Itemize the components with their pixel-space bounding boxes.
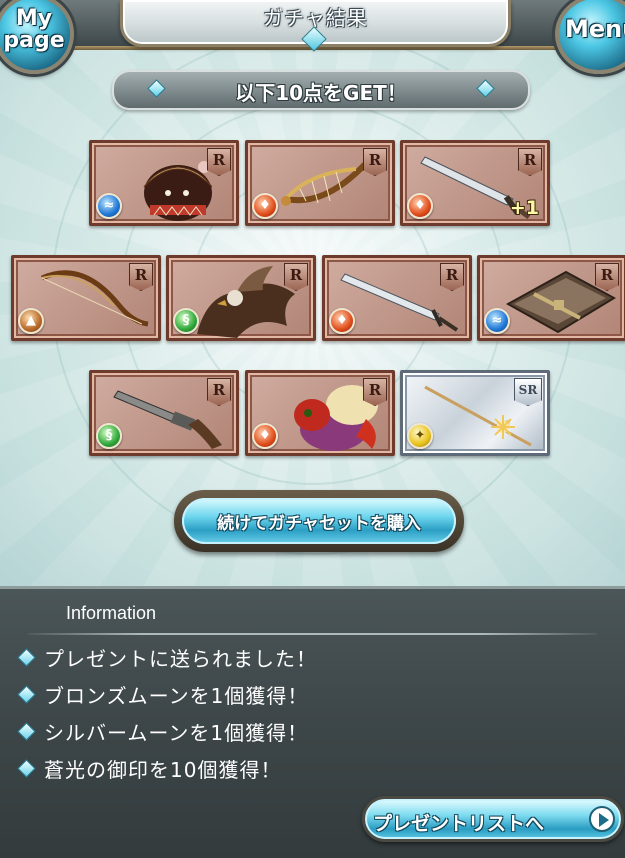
rarity-badge: R bbox=[518, 148, 542, 176]
item-card-2[interactable]: R ♦ bbox=[245, 140, 395, 226]
play-arrow-icon bbox=[589, 806, 615, 832]
info-line-text: 蒼光の御印を10個獲得！ bbox=[44, 758, 282, 782]
plus-bonus-label: +1 bbox=[509, 197, 539, 219]
item-card-8[interactable]: R § bbox=[89, 370, 239, 456]
present-list-button[interactable]: プレゼントリストへ bbox=[362, 796, 624, 842]
info-line-text: プレゼントに送られました！ bbox=[44, 647, 317, 671]
item-card-9[interactable]: R ♦ bbox=[245, 370, 395, 456]
information-divider bbox=[28, 633, 597, 635]
buy-gacha-set-again-label: 続けてガチャセットを購入 bbox=[217, 514, 421, 534]
item-card-6[interactable]: R ♦ bbox=[322, 255, 472, 341]
diamond-bullet-icon bbox=[17, 685, 36, 704]
page-title-plate: ガチャ結果 bbox=[120, 0, 511, 52]
menu-label: Menu bbox=[565, 15, 625, 43]
item-card-4[interactable]: R ▲ bbox=[11, 255, 161, 341]
rarity-badge: R bbox=[363, 148, 387, 176]
fire-icon: ♦ bbox=[407, 193, 433, 219]
light-icon: ✦ bbox=[407, 423, 433, 449]
mypage-label-line1: My bbox=[15, 6, 53, 31]
result-banner-text: 以下10点をGET！ bbox=[235, 81, 407, 105]
information-heading: Information bbox=[66, 603, 157, 623]
item-card-3[interactable]: R ♦ +1 bbox=[400, 140, 550, 226]
info-line-text: ブロンズムーンを1個獲得！ bbox=[44, 684, 309, 708]
rarity-badge: SR bbox=[514, 378, 542, 406]
buy-gacha-set-again-button[interactable]: 続けてガチャセットを購入 bbox=[174, 490, 464, 552]
item-card-1[interactable]: R ≈ bbox=[89, 140, 239, 226]
info-line-text: シルバームーンを1個獲得！ bbox=[44, 721, 309, 745]
mypage-label-line2: page bbox=[3, 28, 65, 53]
rarity-badge: R bbox=[207, 148, 231, 176]
rarity-badge: R bbox=[440, 263, 464, 291]
present-list-label: プレゼントリストへ bbox=[373, 813, 545, 835]
item-card-10[interactable]: SR ✦ bbox=[400, 370, 550, 456]
gacha-result-stage: ガチャ結果 My page Menu 以下10点をGET！ R ≈ bbox=[0, 0, 625, 586]
diamond-bullet-icon bbox=[17, 759, 36, 778]
fire-icon: ♦ bbox=[329, 308, 355, 334]
fire-icon: ♦ bbox=[252, 193, 278, 219]
diamond-bullet-icon bbox=[17, 722, 36, 741]
diamond-bullet-icon bbox=[17, 648, 36, 667]
rarity-badge: R bbox=[129, 263, 153, 291]
rarity-badge: R bbox=[363, 378, 387, 406]
fire-icon: ♦ bbox=[252, 423, 278, 449]
rarity-badge: R bbox=[284, 263, 308, 291]
rarity-badge: R bbox=[595, 263, 619, 291]
page-title: ガチャ結果 bbox=[263, 6, 368, 30]
result-banner: 以下10点をGET！ bbox=[112, 70, 530, 110]
item-card-7[interactable]: R ≈ bbox=[477, 255, 625, 341]
wind-icon: § bbox=[173, 308, 199, 334]
rarity-badge: R bbox=[207, 378, 231, 406]
water-icon: ≈ bbox=[484, 308, 510, 334]
item-card-5[interactable]: R § bbox=[166, 255, 316, 341]
wind-icon: § bbox=[96, 423, 122, 449]
earth-icon: ▲ bbox=[18, 308, 44, 334]
mypage-button[interactable]: My page bbox=[0, 0, 74, 74]
information-panel: Information プレゼントに送られました！ ブロンズムーンを1個獲得！ … bbox=[0, 586, 625, 858]
menu-button[interactable]: Menu bbox=[555, 0, 625, 74]
water-icon: ≈ bbox=[96, 193, 122, 219]
